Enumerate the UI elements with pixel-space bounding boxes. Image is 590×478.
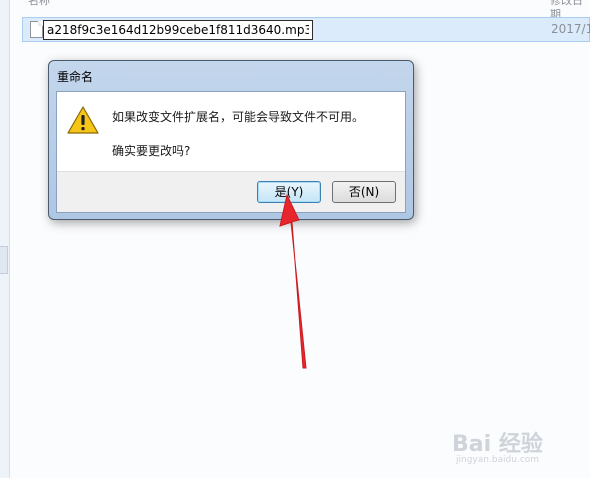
watermark-url: jingyan.baidu.com <box>456 455 540 465</box>
dialog-question: 确实要更改吗? <box>112 144 191 158</box>
dialog-message: 如果改变文件扩展名，可能会导致文件不可用。 <box>112 110 365 124</box>
rename-dialog: 重命名 如果改变文件扩展名，可能会导致文件不可用。 确实要更改吗? 是(Y) 否… <box>48 60 414 220</box>
file-list-row[interactable]: 2017/1 <box>22 17 590 42</box>
pane-splitter-handle[interactable] <box>0 246 8 274</box>
dialog-button-bar: 是(Y) 否(N) <box>57 171 405 212</box>
rename-input[interactable] <box>43 20 313 40</box>
file-icon <box>30 21 43 38</box>
column-header-name[interactable]: 名称 <box>28 0 50 8</box>
dialog-body: 如果改变文件扩展名，可能会导致文件不可用。 确实要更改吗? 是(Y) 否(N) <box>56 91 406 213</box>
watermark-logo: Bai 经验 <box>452 432 543 457</box>
column-header-date[interactable]: 修改日期 <box>550 0 590 21</box>
no-button[interactable]: 否(N) <box>332 181 396 203</box>
warning-icon <box>67 106 99 134</box>
dialog-title: 重命名 <box>57 70 94 84</box>
yes-button[interactable]: 是(Y) <box>257 181 321 203</box>
file-modified-date: 2017/1 <box>551 22 590 36</box>
navigation-pane-edge <box>0 0 10 478</box>
